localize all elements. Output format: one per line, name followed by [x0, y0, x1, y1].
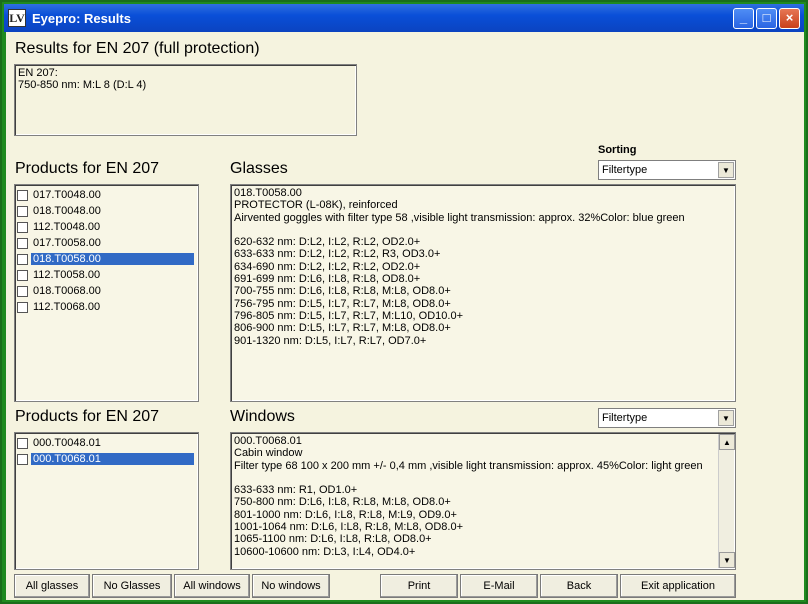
- sorting-label: Sorting: [598, 144, 637, 156]
- app-window: LV Eyepro: Results _ □ × Results for EN …: [0, 0, 808, 604]
- list-item[interactable]: 112.T0058.00: [17, 267, 196, 283]
- list-item-label: 112.T0068.00: [33, 301, 101, 313]
- results-heading: Results for EN 207 (full protection): [15, 40, 260, 57]
- title-bar[interactable]: LV Eyepro: Results _ □ ×: [4, 4, 804, 32]
- checkbox[interactable]: [17, 453, 28, 465]
- checkbox[interactable]: [17, 285, 28, 297]
- list-item-label: 112.T0048.00: [33, 221, 101, 233]
- list-item[interactable]: 018.T0058.00: [17, 251, 196, 267]
- glasses-detail-text: 018.T0058.00 PROTECTOR (L-08K), reinforc…: [234, 187, 685, 347]
- windows-scrollbar[interactable]: ▲ ▼: [718, 434, 735, 568]
- no-windows-button[interactable]: No windows: [252, 574, 330, 598]
- glasses-sort-value: Filtertype: [602, 164, 648, 176]
- list-item[interactable]: 112.T0068.00: [17, 299, 196, 315]
- list-item[interactable]: 000.T0048.01: [17, 435, 196, 451]
- email-button[interactable]: E-Mail: [460, 574, 538, 598]
- list-item-label: 112.T0058.00: [33, 269, 101, 281]
- products-windows-list[interactable]: 000.T0048.01 000.T0068.01: [14, 432, 199, 570]
- no-glasses-button[interactable]: No Glasses: [92, 574, 172, 598]
- windows-sort-value: Filtertype: [602, 412, 648, 424]
- list-item-label: 018.T0068.00: [33, 285, 101, 297]
- exit-application-button[interactable]: Exit application: [620, 574, 736, 598]
- glasses-sort-select[interactable]: Filtertype ▼: [598, 160, 736, 180]
- list-item[interactable]: 000.T0068.01: [17, 451, 196, 467]
- checkbox[interactable]: [17, 269, 28, 281]
- list-item[interactable]: 018.T0048.00: [17, 203, 196, 219]
- list-item[interactable]: 017.T0048.00: [17, 187, 196, 203]
- list-item-label: 000.T0048.01: [33, 437, 101, 449]
- chevron-down-icon[interactable]: ▼: [718, 410, 734, 426]
- products-glasses-heading: Products for EN 207: [15, 160, 160, 177]
- close-button[interactable]: ×: [779, 8, 800, 29]
- products-windows-heading: Products for EN 207: [15, 408, 160, 425]
- windows-sort-select[interactable]: Filtertype ▼: [598, 408, 736, 428]
- print-button[interactable]: Print: [380, 574, 458, 598]
- checkbox[interactable]: [17, 437, 28, 449]
- app-logo-icon: LV: [8, 9, 26, 27]
- list-item[interactable]: 017.T0058.00: [17, 235, 196, 251]
- window-title: Eyepro: Results: [32, 10, 131, 26]
- list-item-label: 017.T0058.00: [33, 237, 101, 249]
- windows-detail-box[interactable]: 000.T0068.01 Cabin window Filter type 68…: [230, 432, 736, 570]
- list-item[interactable]: 112.T0048.00: [17, 219, 196, 235]
- list-item-label: 017.T0048.00: [33, 189, 101, 201]
- results-text: EN 207: 750-850 nm: M:L 8 (D:L 4): [18, 67, 147, 92]
- checkbox[interactable]: [17, 205, 28, 217]
- checkbox[interactable]: [17, 189, 28, 201]
- list-item-label: 018.T0048.00: [33, 205, 101, 217]
- maximize-button[interactable]: □: [756, 8, 777, 29]
- products-glasses-list[interactable]: 017.T0048.00 018.T0048.00 112.T0048.00 017.…: [14, 184, 199, 402]
- list-item[interactable]: 018.T0068.00: [17, 283, 196, 299]
- scroll-down-icon[interactable]: ▼: [719, 552, 735, 568]
- scroll-up-icon[interactable]: ▲: [719, 434, 735, 450]
- checkbox[interactable]: [17, 237, 28, 249]
- checkbox[interactable]: [17, 301, 28, 313]
- windows-heading: Windows: [230, 408, 295, 425]
- minimize-button[interactable]: _: [733, 8, 754, 29]
- all-glasses-button[interactable]: All glasses: [14, 574, 90, 598]
- back-button[interactable]: Back: [540, 574, 618, 598]
- list-item-label: 000.T0068.01: [31, 453, 194, 465]
- glasses-heading: Glasses: [230, 160, 288, 177]
- chevron-down-icon[interactable]: ▼: [718, 162, 734, 178]
- all-windows-button[interactable]: All windows: [174, 574, 250, 598]
- client-area: Results for EN 207 (full protection) EN …: [6, 32, 804, 600]
- results-box: EN 207: 750-850 nm: M:L 8 (D:L 4): [14, 64, 357, 136]
- glasses-detail-box[interactable]: 018.T0058.00 PROTECTOR (L-08K), reinforc…: [230, 184, 736, 402]
- checkbox[interactable]: [17, 221, 28, 233]
- list-item-label: 018.T0058.00: [31, 253, 194, 265]
- windows-detail-text: 000.T0068.01 Cabin window Filter type 68…: [234, 435, 703, 558]
- checkbox[interactable]: [17, 253, 28, 265]
